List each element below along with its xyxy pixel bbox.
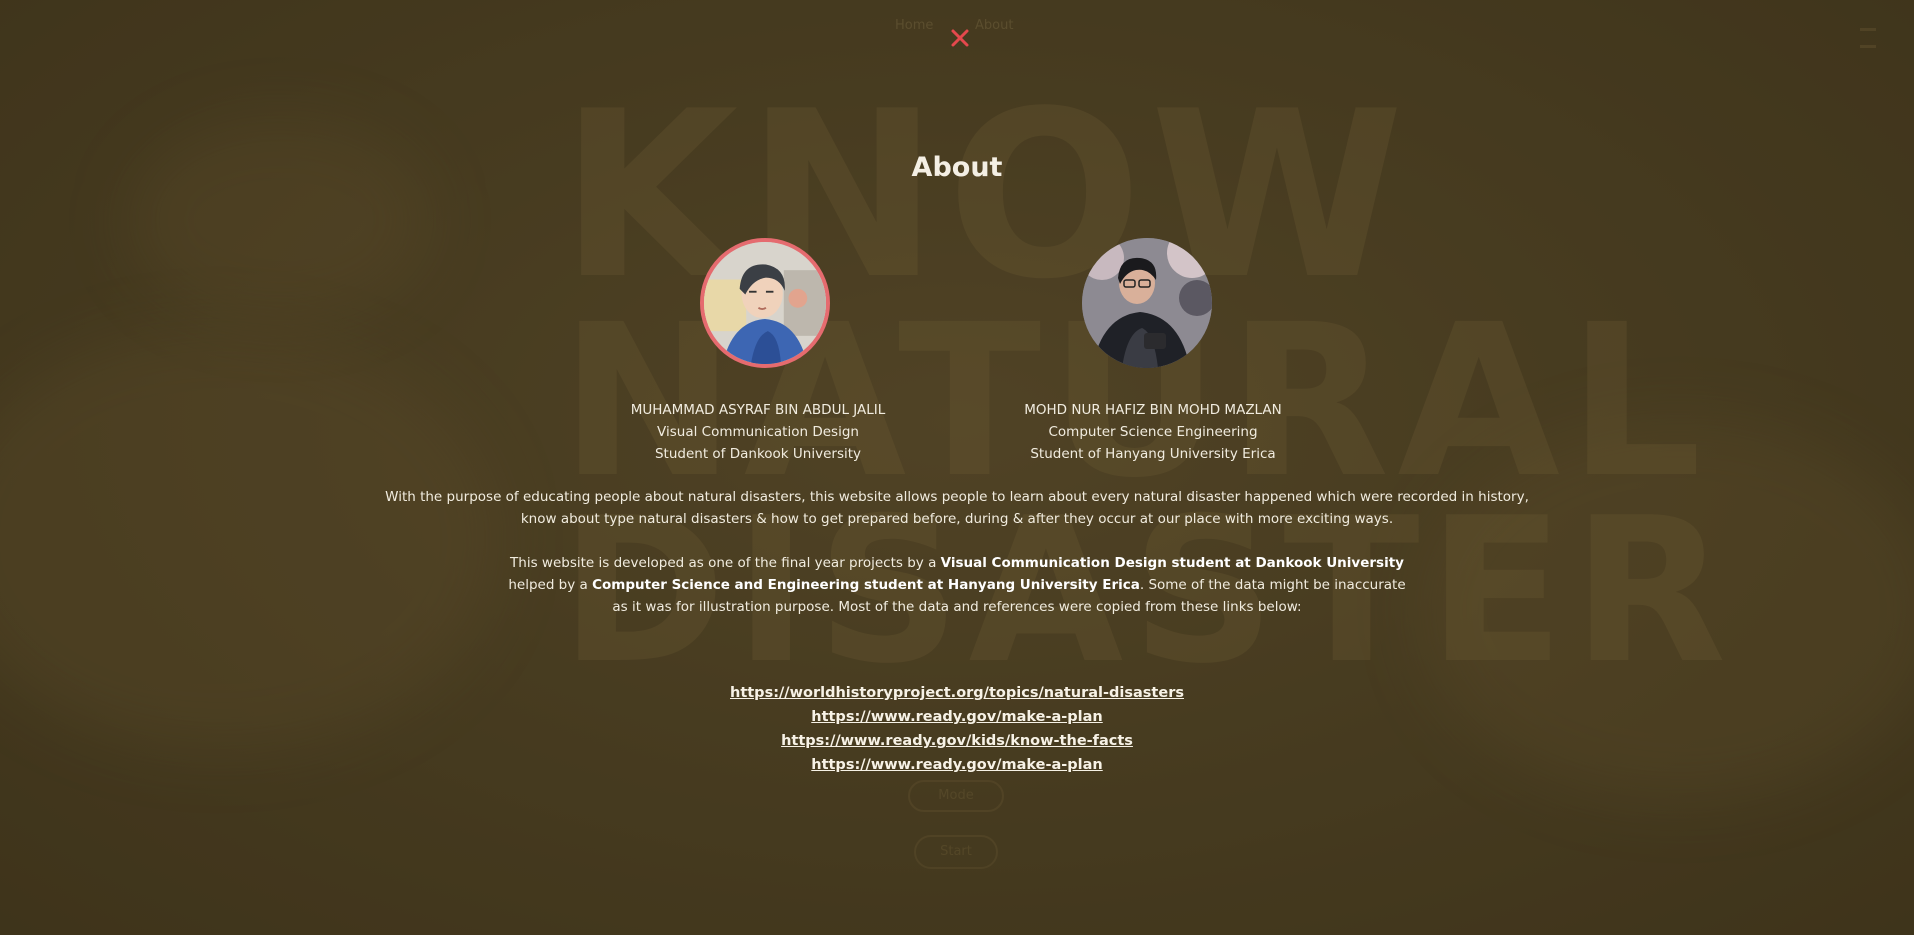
team-member-1: MUHAMMAD ASYRAF BIN ABDUL JALIL Visual C…	[558, 399, 958, 465]
description-line-1: With the purpose of educating people abo…	[385, 489, 1529, 505]
modal-title: About	[911, 152, 1003, 183]
team-member-school: Student of Hanyang University Erica	[1030, 446, 1276, 462]
credits-text-4: as it was for illustration purpose. Most…	[612, 599, 1302, 615]
reference-link[interactable]: https://www.ready.gov/make-a-plan	[0, 705, 1914, 729]
reference-link[interactable]: https://worldhistoryproject.org/topics/n…	[0, 681, 1914, 705]
avatar-illustrated-portrait	[700, 238, 830, 368]
description-paragraph: With the purpose of educating people abo…	[357, 486, 1557, 530]
credits-text-2: helped by a	[508, 577, 593, 593]
about-modal-overlay	[0, 0, 1914, 935]
team-member-2: MOHD NUR HAFIZ BIN MOHD MAZLAN Computer …	[953, 399, 1353, 465]
team-member-name: MOHD NUR HAFIZ BIN MOHD MAZLAN	[1024, 402, 1282, 418]
credits-text-3: . Some of the data might be inaccurate	[1139, 577, 1406, 593]
credits-text-1: This website is developed as one of the …	[510, 555, 941, 571]
team-member-program: Visual Communication Design	[657, 424, 859, 440]
description-line-2: know about type natural disasters & how …	[520, 511, 1394, 527]
team-member-name: MUHAMMAD ASYRAF BIN ABDUL JALIL	[630, 402, 886, 418]
close-icon	[951, 29, 969, 47]
team-member-program: Computer Science Engineering	[1048, 424, 1258, 440]
avatar-photo-portrait	[1082, 238, 1212, 368]
reference-links: https://worldhistoryproject.org/topics/n…	[0, 681, 1914, 777]
close-button[interactable]	[948, 26, 972, 50]
reference-link[interactable]: https://www.ready.gov/kids/know-the-fact…	[0, 729, 1914, 753]
page: Home About KNOW NATURAL DISASTER Mode St…	[0, 0, 1914, 935]
team-member-school: Student of Dankook University	[654, 446, 862, 462]
reference-link[interactable]: https://www.ready.gov/make-a-plan	[0, 753, 1914, 777]
credits-bold-2: Computer Science and Engineering student…	[592, 577, 1140, 593]
credits-bold-1: Visual Communication Design student at D…	[940, 555, 1404, 571]
credits-paragraph: This website is developed as one of the …	[357, 552, 1557, 618]
